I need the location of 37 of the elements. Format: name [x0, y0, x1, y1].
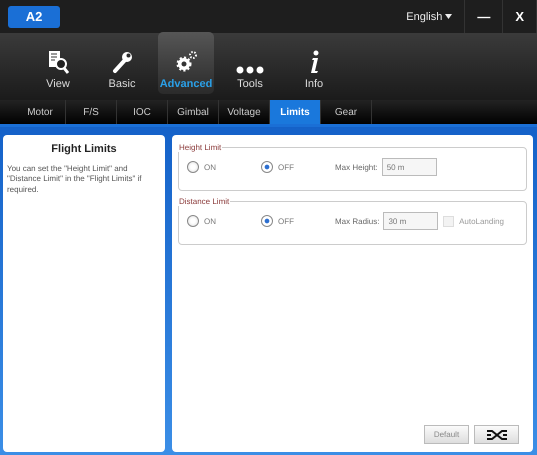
tab[interactable]: Motor [15, 100, 66, 124]
app-badge: A2 [8, 6, 60, 28]
radio-button[interactable] [261, 215, 273, 227]
gears-icon [174, 50, 198, 74]
radio-button[interactable] [187, 161, 199, 173]
swap-button[interactable] [474, 425, 519, 444]
help-title: Flight Limits [50, 143, 118, 155]
help-text: You can set the "Height Limit" and "Distance Limit" in the "Flight Limits" if required. [7, 164, 143, 196]
checkbox-label: AutoLanding [459, 216, 504, 226]
toolbar-button[interactable]: View [30, 32, 86, 94]
radio-label: ON [204, 162, 216, 172]
toolbar-button[interactable]: Tools [222, 32, 278, 94]
radio-label: ON [204, 216, 216, 226]
dots-icon [236, 66, 264, 74]
radio-button[interactable] [187, 215, 199, 227]
crossed-arrows-icon [486, 428, 508, 440]
tab[interactable]: IOC [117, 100, 168, 124]
group-title: Height Limit [178, 143, 222, 152]
field-label: Max Radius: [335, 216, 380, 226]
input-field[interactable]: 30 m [383, 212, 438, 230]
group-title: Distance Limit [178, 197, 230, 206]
wrench-icon [111, 50, 133, 74]
document-search-icon [47, 50, 69, 74]
radio-label: OFF [278, 216, 294, 226]
radio-button[interactable] [261, 161, 273, 173]
field-label: Max Height: [335, 162, 378, 172]
radio-label: OFF [278, 162, 294, 172]
toolbar-button[interactable]: Info [286, 32, 342, 94]
caret-icon [445, 14, 452, 19]
toolbar-button[interactable]: Basic [94, 32, 150, 94]
tab[interactable]: F/S [66, 100, 117, 124]
tab[interactable]: Limits [270, 100, 321, 124]
toolbar-button[interactable]: Advanced [158, 32, 214, 94]
tab[interactable]: Gimbal [168, 100, 219, 124]
tab[interactable]: Gear [321, 100, 372, 124]
input-field[interactable]: 50 m [382, 158, 437, 176]
info-icon [308, 50, 320, 74]
